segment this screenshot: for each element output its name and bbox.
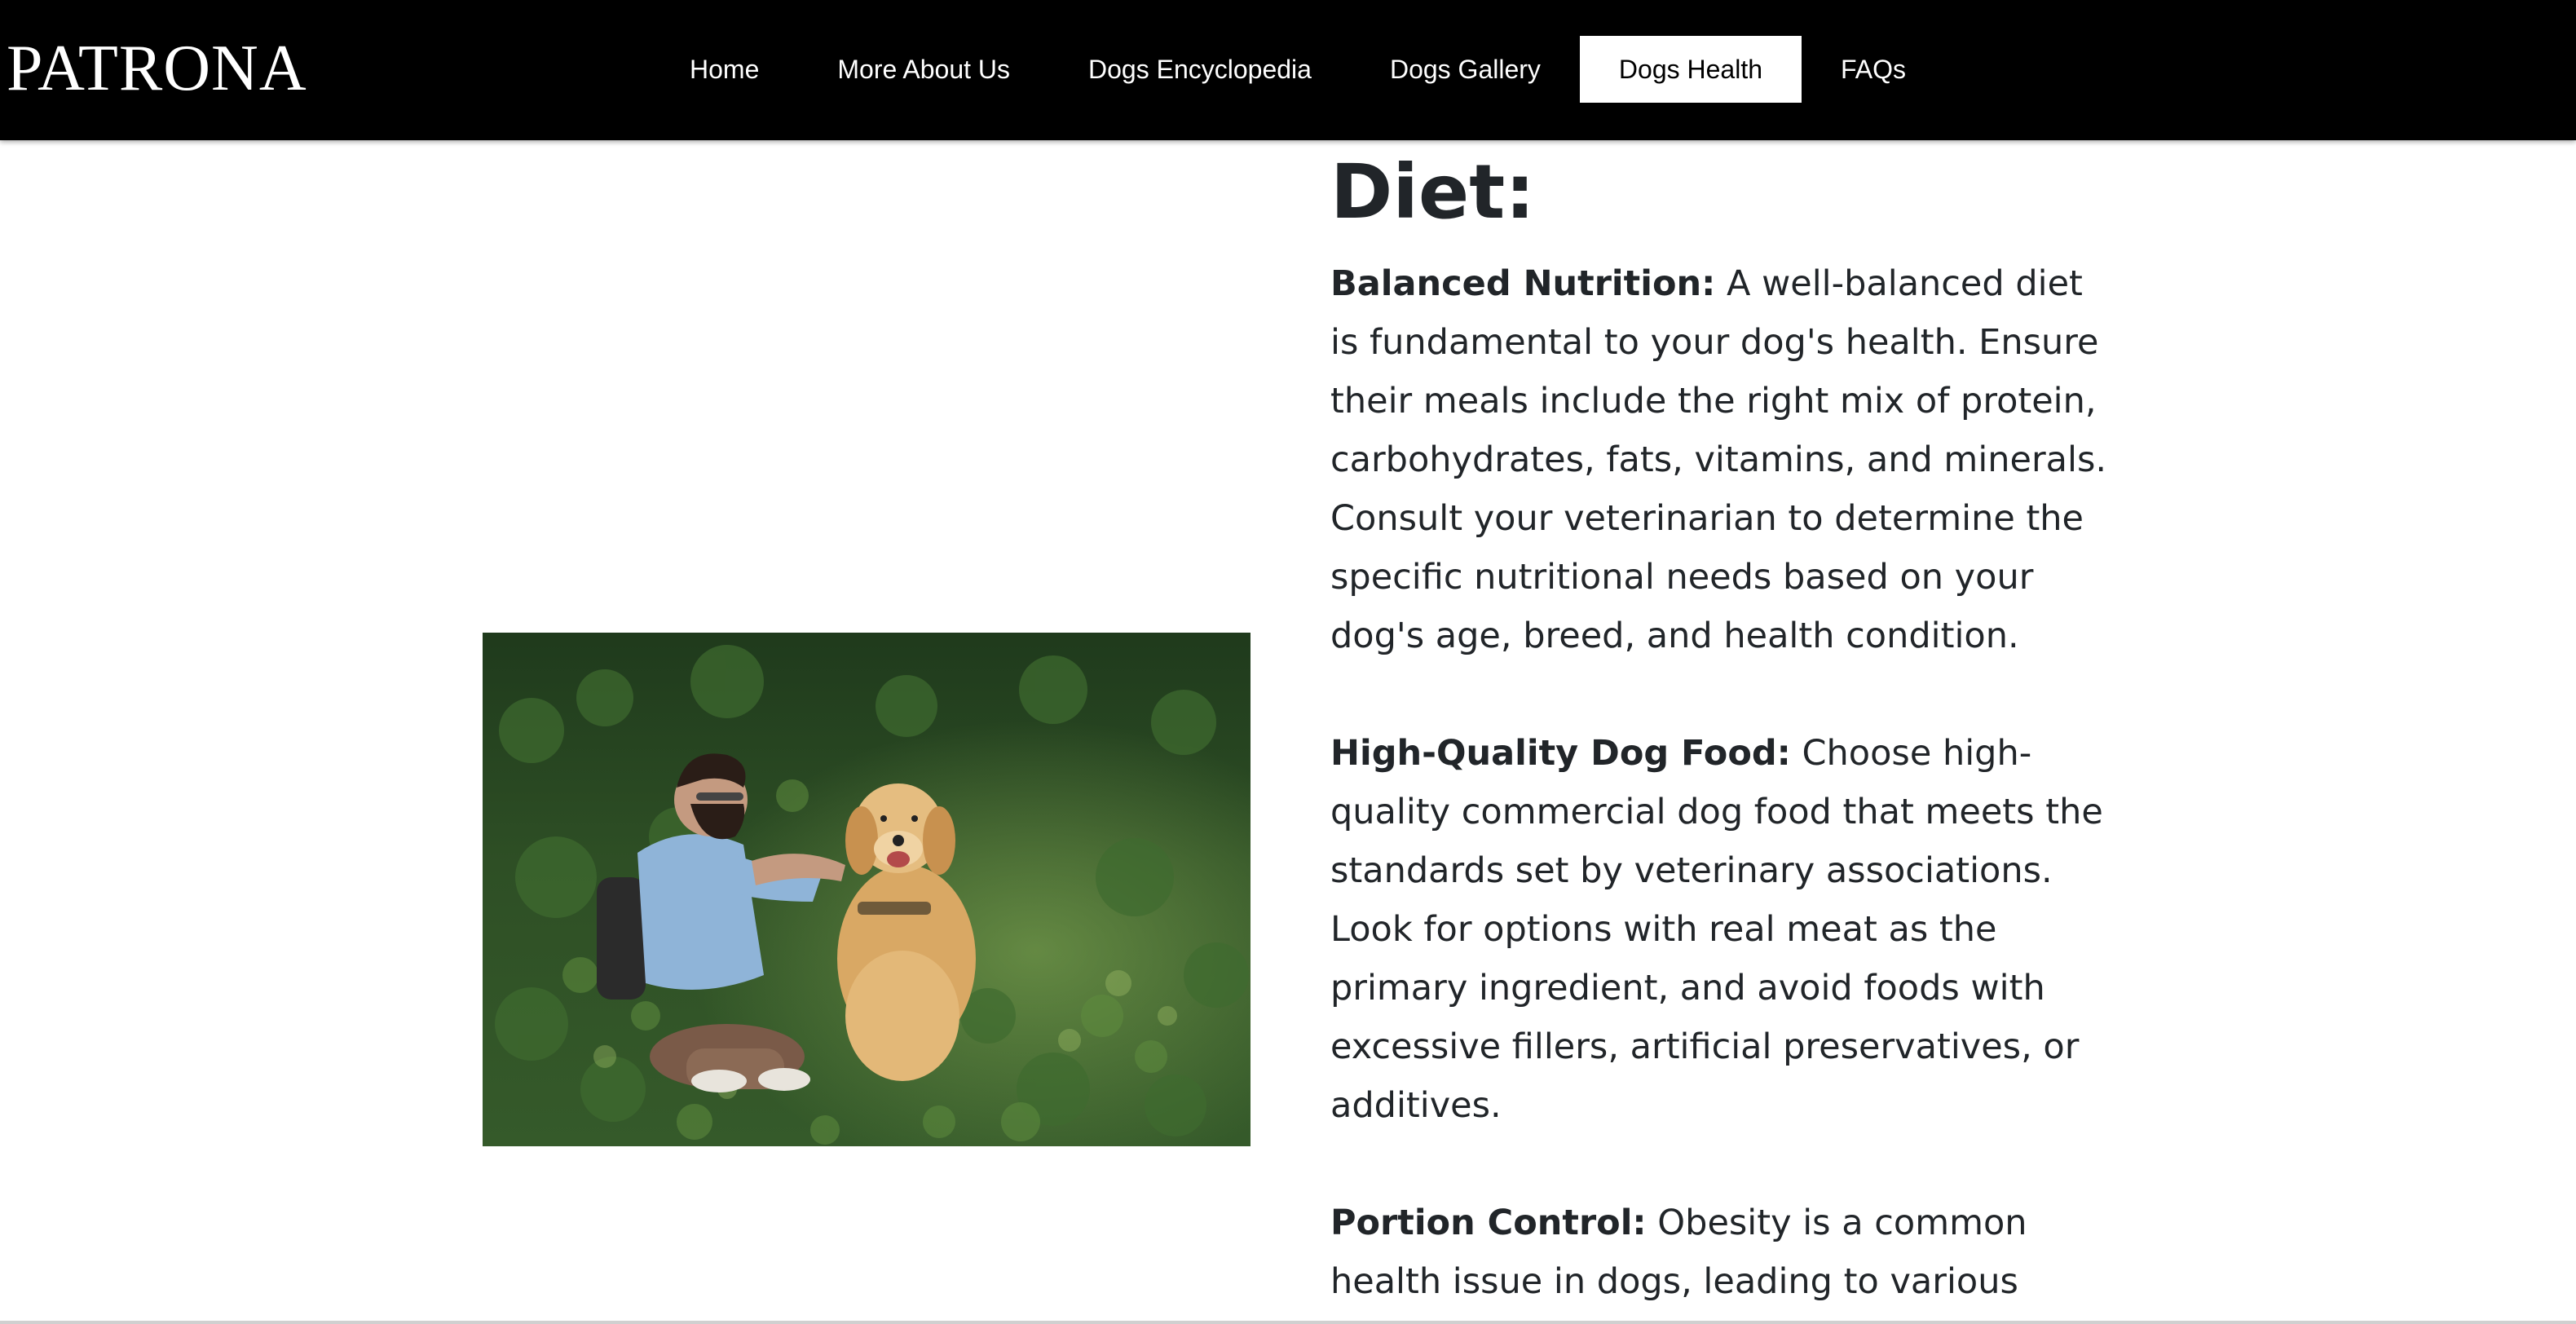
nav-faqs[interactable]: FAQs (1802, 36, 1945, 103)
nav-links: Home More About Us Dogs Encyclopedia Dog… (651, 36, 1945, 103)
nav-dogs-gallery[interactable]: Dogs Gallery (1351, 36, 1580, 103)
brand-logo[interactable]: PATRONA (7, 28, 307, 109)
nav-dogs-health[interactable]: Dogs Health (1579, 36, 1802, 103)
diet-section: Diet: Balanced Nutrition: A well-balance… (1330, 143, 2113, 1311)
nav-home[interactable]: Home (651, 36, 798, 103)
high-quality-food-paragraph: High-Quality Dog Food: Choose high-quali… (1330, 724, 2113, 1135)
balanced-nutrition-paragraph: Balanced Nutrition: A well-balanced diet… (1330, 254, 2113, 665)
top-navbar: PATRONA Home More About Us Dogs Encyclop… (0, 0, 2576, 140)
paragraph-heading: Portion Control: (1330, 1203, 1647, 1243)
man-with-golden-retriever-photo (483, 633, 1251, 1146)
paragraph-heading: Balanced Nutrition: (1330, 263, 1716, 304)
paragraph-heading: High-Quality Dog Food: (1330, 733, 1791, 774)
paragraph-text: Choose high-quality commercial dog food … (1330, 733, 2103, 1126)
page-bottom-border (0, 1321, 2576, 1324)
portion-control-paragraph: Portion Control: Obesity is a common hea… (1330, 1194, 2113, 1311)
paragraph-text: A well-balanced diet is fundamental to y… (1330, 263, 2107, 656)
nav-more-about-us[interactable]: More About Us (798, 36, 1049, 103)
nav-dogs-encyclopedia[interactable]: Dogs Encyclopedia (1049, 36, 1351, 103)
section-title: Diet: (1330, 148, 1536, 236)
